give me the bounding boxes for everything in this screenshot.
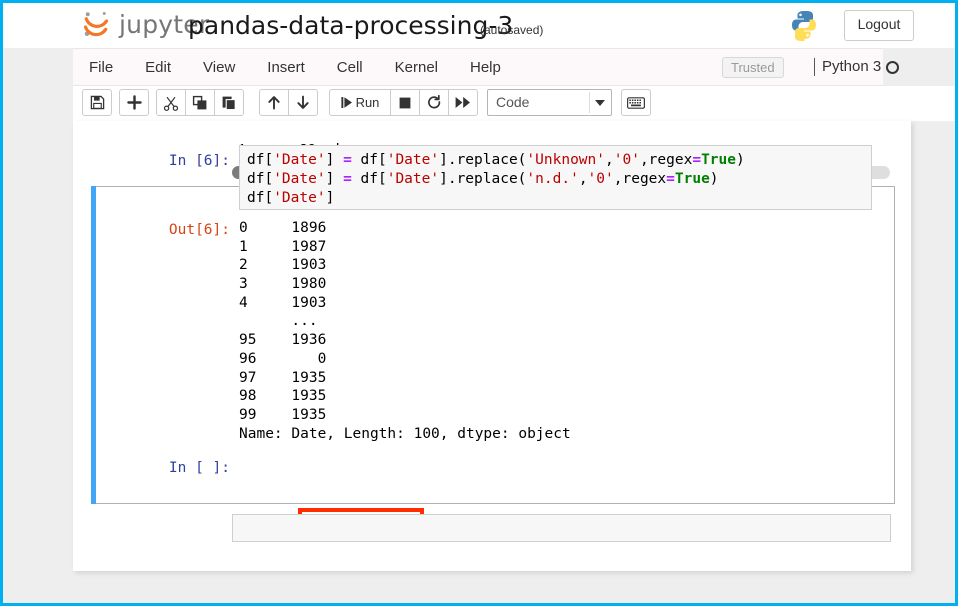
- code-line-1: df['Date'] = df['Date'].replace('Unknown…: [247, 152, 745, 168]
- code-input-area[interactable]: df['Date'] = df['Date'].replace('Unknown…: [239, 145, 872, 210]
- menu-item-cell[interactable]: Cell: [323, 55, 377, 80]
- arrow-down-icon: [297, 95, 309, 109]
- copy-icon: [192, 95, 207, 109]
- output-line: 99 1935: [239, 406, 327, 423]
- toolbar-group-save: [82, 89, 112, 116]
- output-line: 0 1896: [239, 220, 327, 236]
- save-button[interactable]: [82, 89, 112, 116]
- paste-icon: [222, 96, 236, 110]
- cell-type-value: Code: [496, 94, 530, 110]
- restart-and-run-all-button[interactable]: [448, 89, 478, 116]
- plus-icon: [126, 95, 142, 110]
- restart-kernel-button[interactable]: [419, 89, 449, 116]
- copy-cell-button[interactable]: [185, 89, 215, 116]
- fast-forward-icon: [455, 97, 470, 108]
- python-logo-icon: [792, 11, 816, 41]
- notebook-toolbar: Run Code: [73, 86, 955, 121]
- cut-cell-button[interactable]: [156, 89, 186, 116]
- menu-item-help[interactable]: Help: [456, 55, 515, 80]
- menu-bar-status-area: Trusted Python 3: [681, 48, 899, 86]
- move-cell-up-button[interactable]: [259, 89, 289, 116]
- menu-item-insert[interactable]: Insert: [253, 55, 319, 80]
- toolbar-group-move: [259, 89, 318, 116]
- output-line: 4 1903: [239, 294, 327, 311]
- restart-circular-arrow-icon: [427, 95, 440, 109]
- jupyter-logo-icon: [83, 12, 109, 37]
- output-prompt: Out[6]:: [168, 222, 230, 238]
- code-output-area: 0 1896 1 1987 2 1903 3 1980 4 1903 ... 95 19…: [239, 219, 872, 443]
- logout-button[interactable]: Logout: [844, 10, 914, 41]
- kernel-name-label[interactable]: Python 3: [822, 58, 881, 75]
- cell-type-select[interactable]: Code: [487, 89, 612, 116]
- code-line-3: df['Date']: [247, 190, 335, 206]
- toolbar-group-palette: [621, 89, 651, 116]
- arrow-up-icon: [268, 96, 280, 110]
- notebook-header: jupyter pandas-data-processing-3 (autosa…: [3, 3, 955, 48]
- empty-cell-input-prompt: In [ ]:: [168, 460, 230, 476]
- code-line-2: df['Date'] = df['Date'].replace('n.d.','…: [247, 171, 719, 187]
- output-line: 95 1936: [239, 332, 327, 349]
- paste-cell-button[interactable]: [214, 89, 244, 116]
- notebook-panel: 1 rows × 29 columns In [6]: df['Date'] =…: [73, 121, 911, 571]
- cell-type-dropdown-arrow[interactable]: [589, 92, 609, 113]
- menu-item-kernel[interactable]: Kernel: [381, 55, 452, 80]
- output-line: 97 1935: [239, 369, 327, 386]
- menu-item-edit[interactable]: Edit: [131, 55, 185, 80]
- output-line: 96 0: [239, 350, 327, 367]
- selected-cell-marker: [91, 186, 96, 504]
- run-label: Run: [355, 95, 380, 110]
- save-status: (autosaved): [480, 23, 544, 37]
- insert-cell-below-button[interactable]: [119, 89, 149, 116]
- output-line: 2 1903: [239, 257, 327, 274]
- menu-item-view[interactable]: View: [189, 55, 249, 80]
- keyboard-icon: [627, 96, 645, 109]
- output-line: 3 1980: [239, 276, 327, 293]
- floppy-disk-icon: [90, 95, 104, 110]
- toolbar-group-run: Run: [329, 89, 478, 116]
- output-line: 98 1935: [239, 388, 327, 405]
- output-line: Name: Date, Length: 100, dtype: object: [239, 425, 571, 442]
- move-cell-down-button[interactable]: [288, 89, 318, 116]
- kernel-idle-circle-icon[interactable]: [886, 61, 899, 74]
- output-line: ...: [239, 313, 327, 330]
- interrupt-kernel-button[interactable]: [390, 89, 420, 116]
- stop-square-icon: [399, 97, 411, 108]
- caret-down-icon: [594, 99, 605, 106]
- browser-viewport: jupyter pandas-data-processing-3 (autosa…: [0, 0, 958, 606]
- scissors-icon: [163, 96, 179, 111]
- notebook-title[interactable]: pandas-data-processing-3: [188, 11, 513, 40]
- toolbar-group-insert: [119, 89, 149, 116]
- empty-code-cell-input[interactable]: [232, 514, 891, 542]
- run-play-icon: [340, 97, 352, 108]
- trusted-badge[interactable]: Trusted: [722, 57, 784, 78]
- menu-bar: File Edit View Insert Cell Kernel Help: [73, 48, 681, 86]
- toolbar-group-clipboard: [156, 89, 244, 116]
- output-line: 1 1987: [239, 238, 327, 255]
- input-prompt: In [6]:: [168, 153, 230, 169]
- menu-item-file[interactable]: File: [75, 55, 127, 80]
- run-cell-button[interactable]: Run: [329, 89, 391, 116]
- kernel-separator: [814, 58, 815, 76]
- command-palette-button[interactable]: [621, 89, 651, 116]
